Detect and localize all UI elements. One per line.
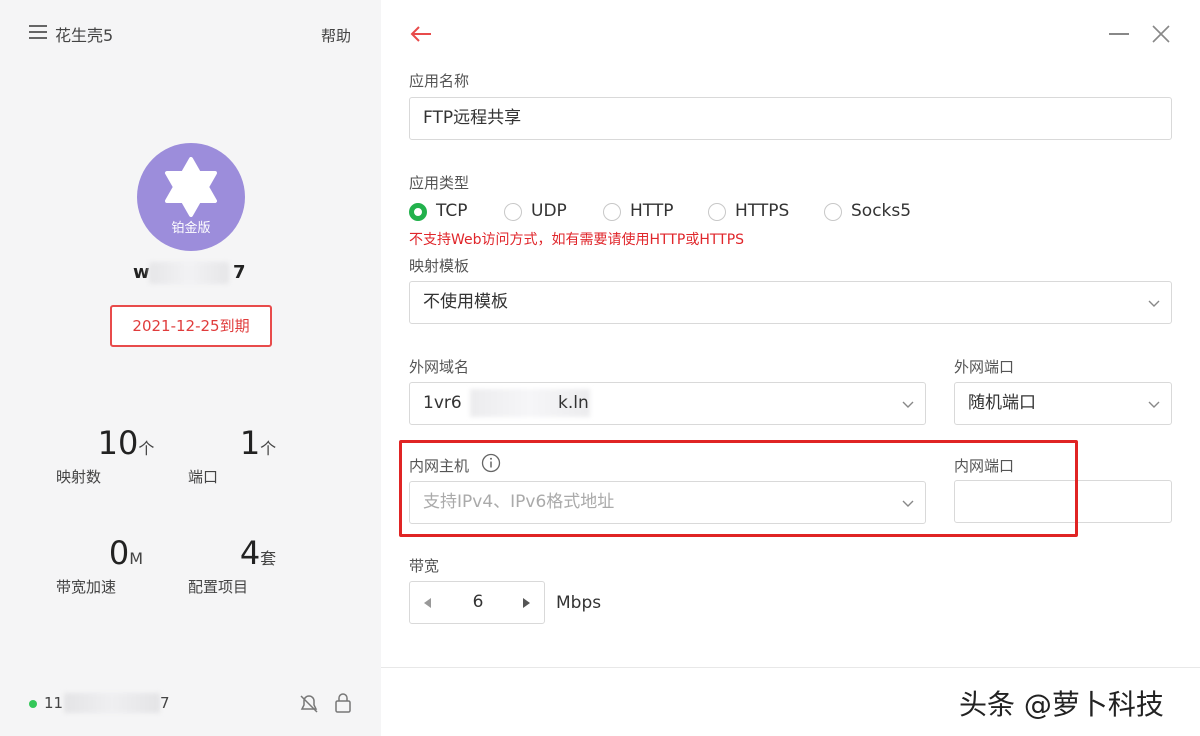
chevron-down-icon: [1148, 401, 1160, 408]
radio-label: Socks5: [851, 201, 912, 221]
radio-label: HTTPS: [735, 201, 790, 221]
username-start: w: [133, 262, 150, 283]
stat-unit: 套: [260, 549, 277, 568]
help-link[interactable]: 帮助: [321, 25, 351, 46]
radio-unselected-icon: [708, 203, 726, 221]
avatar: 铂金版: [137, 143, 245, 251]
stat-label: 配置项目: [188, 578, 249, 596]
radio-selected-icon: [409, 203, 427, 221]
radio-label: TCP: [436, 201, 468, 221]
external-port-label: 外网端口: [954, 358, 1015, 376]
watermark: 头条 @萝卜科技: [959, 688, 1164, 721]
username-end: 7: [233, 262, 246, 283]
domain-value-start: 1vr6: [423, 393, 462, 413]
stat-label: 带宽加速: [56, 578, 117, 596]
membership-badge-label: 铂金版: [171, 221, 211, 236]
stat-number: 1: [239, 424, 261, 462]
stat-config: 4套 配置项目: [188, 534, 328, 596]
app-name-input[interactable]: FTP远程共享: [409, 97, 1172, 140]
stat-number: 0: [108, 534, 130, 572]
stat-unit: M: [129, 549, 144, 568]
menu-icon[interactable]: [29, 25, 47, 39]
stat-mappings: 10个 映射数: [56, 424, 196, 486]
stat-unit: 个: [138, 439, 155, 458]
bandwidth-label: 带宽: [409, 557, 440, 575]
domain-select[interactable]: 1vr6 k.ln: [409, 382, 926, 425]
notification-bell-icon[interactable]: [298, 692, 320, 714]
close-icon[interactable]: [1151, 24, 1171, 44]
username-redaction: [149, 262, 229, 284]
app-name-label: 应用名称: [409, 72, 470, 90]
template-label: 映射模板: [409, 257, 470, 275]
radio-unselected-icon: [504, 203, 522, 221]
stat-number: 10: [97, 424, 139, 462]
bandwidth-unit: Mbps: [556, 593, 602, 613]
radio-label: UDP: [531, 201, 567, 221]
sidebar: 花生壳5 帮助 铂金版 w 7 2021-12-25到期 10个 映射数 1个 …: [0, 0, 381, 736]
stat-label: 映射数: [56, 468, 102, 486]
lock-icon[interactable]: [333, 692, 353, 714]
template-select[interactable]: 不使用模板: [409, 281, 1172, 324]
expire-date-badge[interactable]: 2021-12-25到期: [110, 305, 272, 347]
stat-unit: 个: [260, 439, 277, 458]
ip-redaction: [64, 693, 160, 713]
app-type-warning: 不支持Web访问方式，如有需要请使用HTTP或HTTPS: [409, 232, 745, 248]
stat-number: 4: [239, 534, 261, 572]
radio-unselected-icon: [824, 203, 842, 221]
mapping-form-panel: 应用名称 FTP远程共享 应用类型 TCP UDP HTTP HTTPS Soc…: [381, 0, 1200, 736]
increment-icon[interactable]: [522, 598, 530, 608]
domain-label: 外网域名: [409, 358, 470, 376]
star-badge-icon: [165, 157, 217, 217]
highlight-box: [399, 440, 1078, 537]
stat-bandwidth: 0M 带宽加速: [56, 534, 196, 596]
radio-unselected-icon: [603, 203, 621, 221]
radio-label: HTTP: [630, 201, 674, 221]
footer-divider: [381, 667, 1200, 668]
stat-label: 端口: [188, 468, 219, 486]
template-value: 不使用模板: [423, 292, 508, 312]
external-port-value: 随机端口: [968, 393, 1036, 413]
app-type-label: 应用类型: [409, 174, 470, 192]
chevron-down-icon: [1148, 300, 1160, 307]
minimize-button[interactable]: [1109, 33, 1129, 35]
online-status-dot: [29, 700, 37, 708]
domain-value-end: k.ln: [558, 393, 589, 413]
external-port-select[interactable]: 随机端口: [954, 382, 1172, 425]
bandwidth-stepper[interactable]: 6: [409, 581, 545, 624]
ip-address-start: 11: [44, 694, 64, 712]
stat-ports: 1个 端口: [188, 424, 328, 486]
chevron-down-icon: [902, 401, 914, 408]
app-title: 花生壳5: [55, 26, 114, 45]
back-arrow-icon[interactable]: [409, 24, 433, 44]
ip-address-end: 7: [160, 694, 170, 712]
